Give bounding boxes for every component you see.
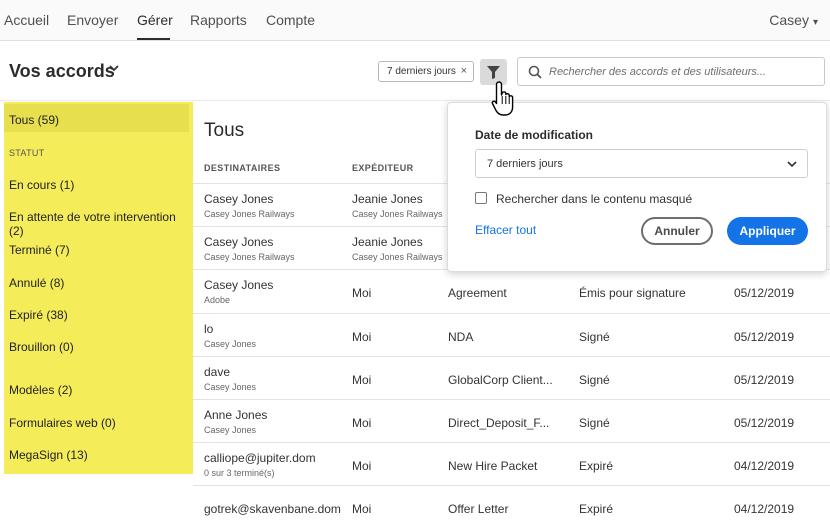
close-icon[interactable]: × (461, 65, 467, 77)
recipient-name[interactable]: calliope@jupiter.dom (204, 451, 316, 465)
row-divider (193, 312, 830, 314)
clear-all-link[interactable]: Effacer tout (475, 223, 536, 237)
chevron-down-icon[interactable] (108, 63, 120, 73)
chevron-down-icon: ▾ (812, 17, 818, 28)
sidebar-item-draft[interactable]: Brouillon (0) (9, 340, 74, 354)
agreement-status: Expiré (579, 459, 614, 474)
recipient-detail: Casey Jones Railways (204, 252, 295, 263)
recipient-detail: Casey Jones Railways (204, 209, 295, 219)
nav-rapports[interactable]: Rapports (190, 12, 247, 28)
column-header-sender[interactable]: EXPÉDITEUR (352, 163, 414, 173)
hand-cursor-icon (491, 81, 514, 116)
recipient-detail: Adobe (204, 295, 231, 306)
user-menu[interactable]: Casey ▾ (769, 12, 818, 28)
sidebar-item-all[interactable]: Tous (59) (4, 104, 189, 132)
recipient-detail: Casey Jones (204, 338, 257, 349)
agreement-status: Signé (579, 329, 610, 344)
agreement-status: Expiré (579, 502, 614, 517)
recipient-detail: 0 sur 3 terminé(s) (204, 468, 275, 479)
agreement-status: Signé (579, 372, 610, 387)
agreement-name[interactable]: Offer Letter (448, 502, 508, 516)
row-divider (193, 355, 830, 357)
recipient-detail: Casey Jones (204, 425, 257, 435)
active-tab-indicator (137, 38, 170, 40)
date-range-select[interactable]: 7 derniers jours (475, 149, 808, 178)
row-divider (193, 442, 830, 444)
column-header-recipients[interactable]: DESTINATAIRES (204, 163, 280, 173)
top-navigation: Accueil Envoyer Gérer Rapports Compte Ca… (0, 0, 830, 41)
nav-envoyer[interactable]: Envoyer (67, 12, 118, 28)
filter-chip-label: 7 derniers jours (387, 66, 456, 77)
recipient-name[interactable]: Casey Jones (204, 235, 273, 249)
hidden-content-checkbox[interactable] (475, 192, 487, 204)
nav-compte[interactable]: Compte (266, 12, 315, 28)
modified-date: 05/12/2019 (734, 372, 795, 387)
agreement-name[interactable]: GlobalCorp Client... (448, 373, 553, 387)
sidebar-item-in-progress[interactable]: En cours (1) (9, 178, 74, 192)
sender-name: Moi (352, 286, 372, 301)
agreement-name[interactable]: Agreement (448, 286, 507, 300)
modified-date: 04/12/2019 (734, 502, 795, 517)
sidebar-status-heading: STATUT (9, 148, 45, 158)
recipient-name[interactable]: lo (204, 322, 213, 336)
sender-name: Moi (352, 459, 372, 474)
nav-accueil[interactable]: Accueil (4, 12, 49, 28)
list-title: Tous (204, 120, 245, 141)
recipient-name[interactable]: gotrek@skavenbane.dom (204, 502, 341, 516)
sidebar-item-web-forms[interactable]: Formulaires web (0) (9, 416, 116, 430)
agreements-header: Vos accords 7 derniers jours × (0, 41, 830, 101)
recipient-name[interactable]: dave (204, 365, 230, 379)
sidebar: Tous (59) STATUT En cours (1) En attente… (4, 102, 193, 474)
sender-name: Moi (352, 416, 372, 430)
row-divider (193, 485, 830, 487)
sender-name: Moi (352, 502, 372, 517)
sender-detail: Casey Jones Railways (352, 209, 443, 219)
modified-date: 05/12/2019 (734, 329, 795, 344)
filter-popover: Date de modification 7 derniers jours Re… (447, 102, 827, 272)
agreement-status: Émis pour signature (579, 286, 686, 301)
search-input[interactable] (549, 63, 819, 81)
search-icon (528, 65, 542, 79)
sender-name: Jeanie Jones (352, 235, 423, 250)
sender-name: Moi (352, 329, 372, 344)
agreement-name[interactable]: NDA (448, 330, 473, 344)
nav-gerer[interactable]: Gérer (137, 12, 173, 28)
sidebar-item-waiting[interactable]: En attente de votre intervention (2) (9, 210, 193, 238)
sidebar-item-cancelled[interactable]: Annulé (8) (9, 276, 64, 290)
recipient-name[interactable]: Anne Jones (204, 408, 267, 422)
recipient-detail: Casey Jones (204, 381, 257, 392)
modified-date: 05/12/2019 (734, 286, 795, 301)
page-title[interactable]: Vos accords (9, 61, 115, 82)
sender-name: Jeanie Jones (352, 192, 423, 206)
agreement-name[interactable]: Direct_Deposit_F... (448, 416, 549, 430)
chevron-down-icon (787, 161, 797, 168)
hidden-content-label[interactable]: Rechercher dans le contenu masqué (496, 192, 692, 206)
agreement-name[interactable]: New Hire Packet (448, 459, 537, 473)
sidebar-item-completed[interactable]: Terminé (7) (9, 243, 70, 257)
cancel-button[interactable]: Annuler (641, 217, 713, 245)
user-name: Casey (769, 12, 809, 28)
sidebar-item-templates[interactable]: Modèles (2) (9, 383, 72, 397)
modified-date: 05/12/2019 (734, 416, 795, 430)
recipient-name[interactable]: Casey Jones (204, 192, 273, 206)
filter-date-label: Date de modification (475, 128, 594, 142)
apply-button[interactable]: Appliquer (727, 217, 808, 245)
sidebar-item-expired[interactable]: Expiré (38) (9, 308, 68, 322)
recipient-name[interactable]: Casey Jones (204, 278, 273, 292)
modified-date: 04/12/2019 (734, 459, 795, 474)
search-box[interactable] (517, 57, 825, 86)
agreement-status: Signé (579, 416, 610, 430)
date-range-value: 7 derniers jours (487, 158, 563, 170)
sender-name: Moi (352, 372, 372, 387)
sidebar-item-megasign[interactable]: MegaSign (13) (9, 448, 88, 462)
row-divider (193, 399, 830, 400)
sender-detail: Casey Jones Railways (352, 252, 443, 263)
date-filter-chip[interactable]: 7 derniers jours × (378, 61, 474, 82)
